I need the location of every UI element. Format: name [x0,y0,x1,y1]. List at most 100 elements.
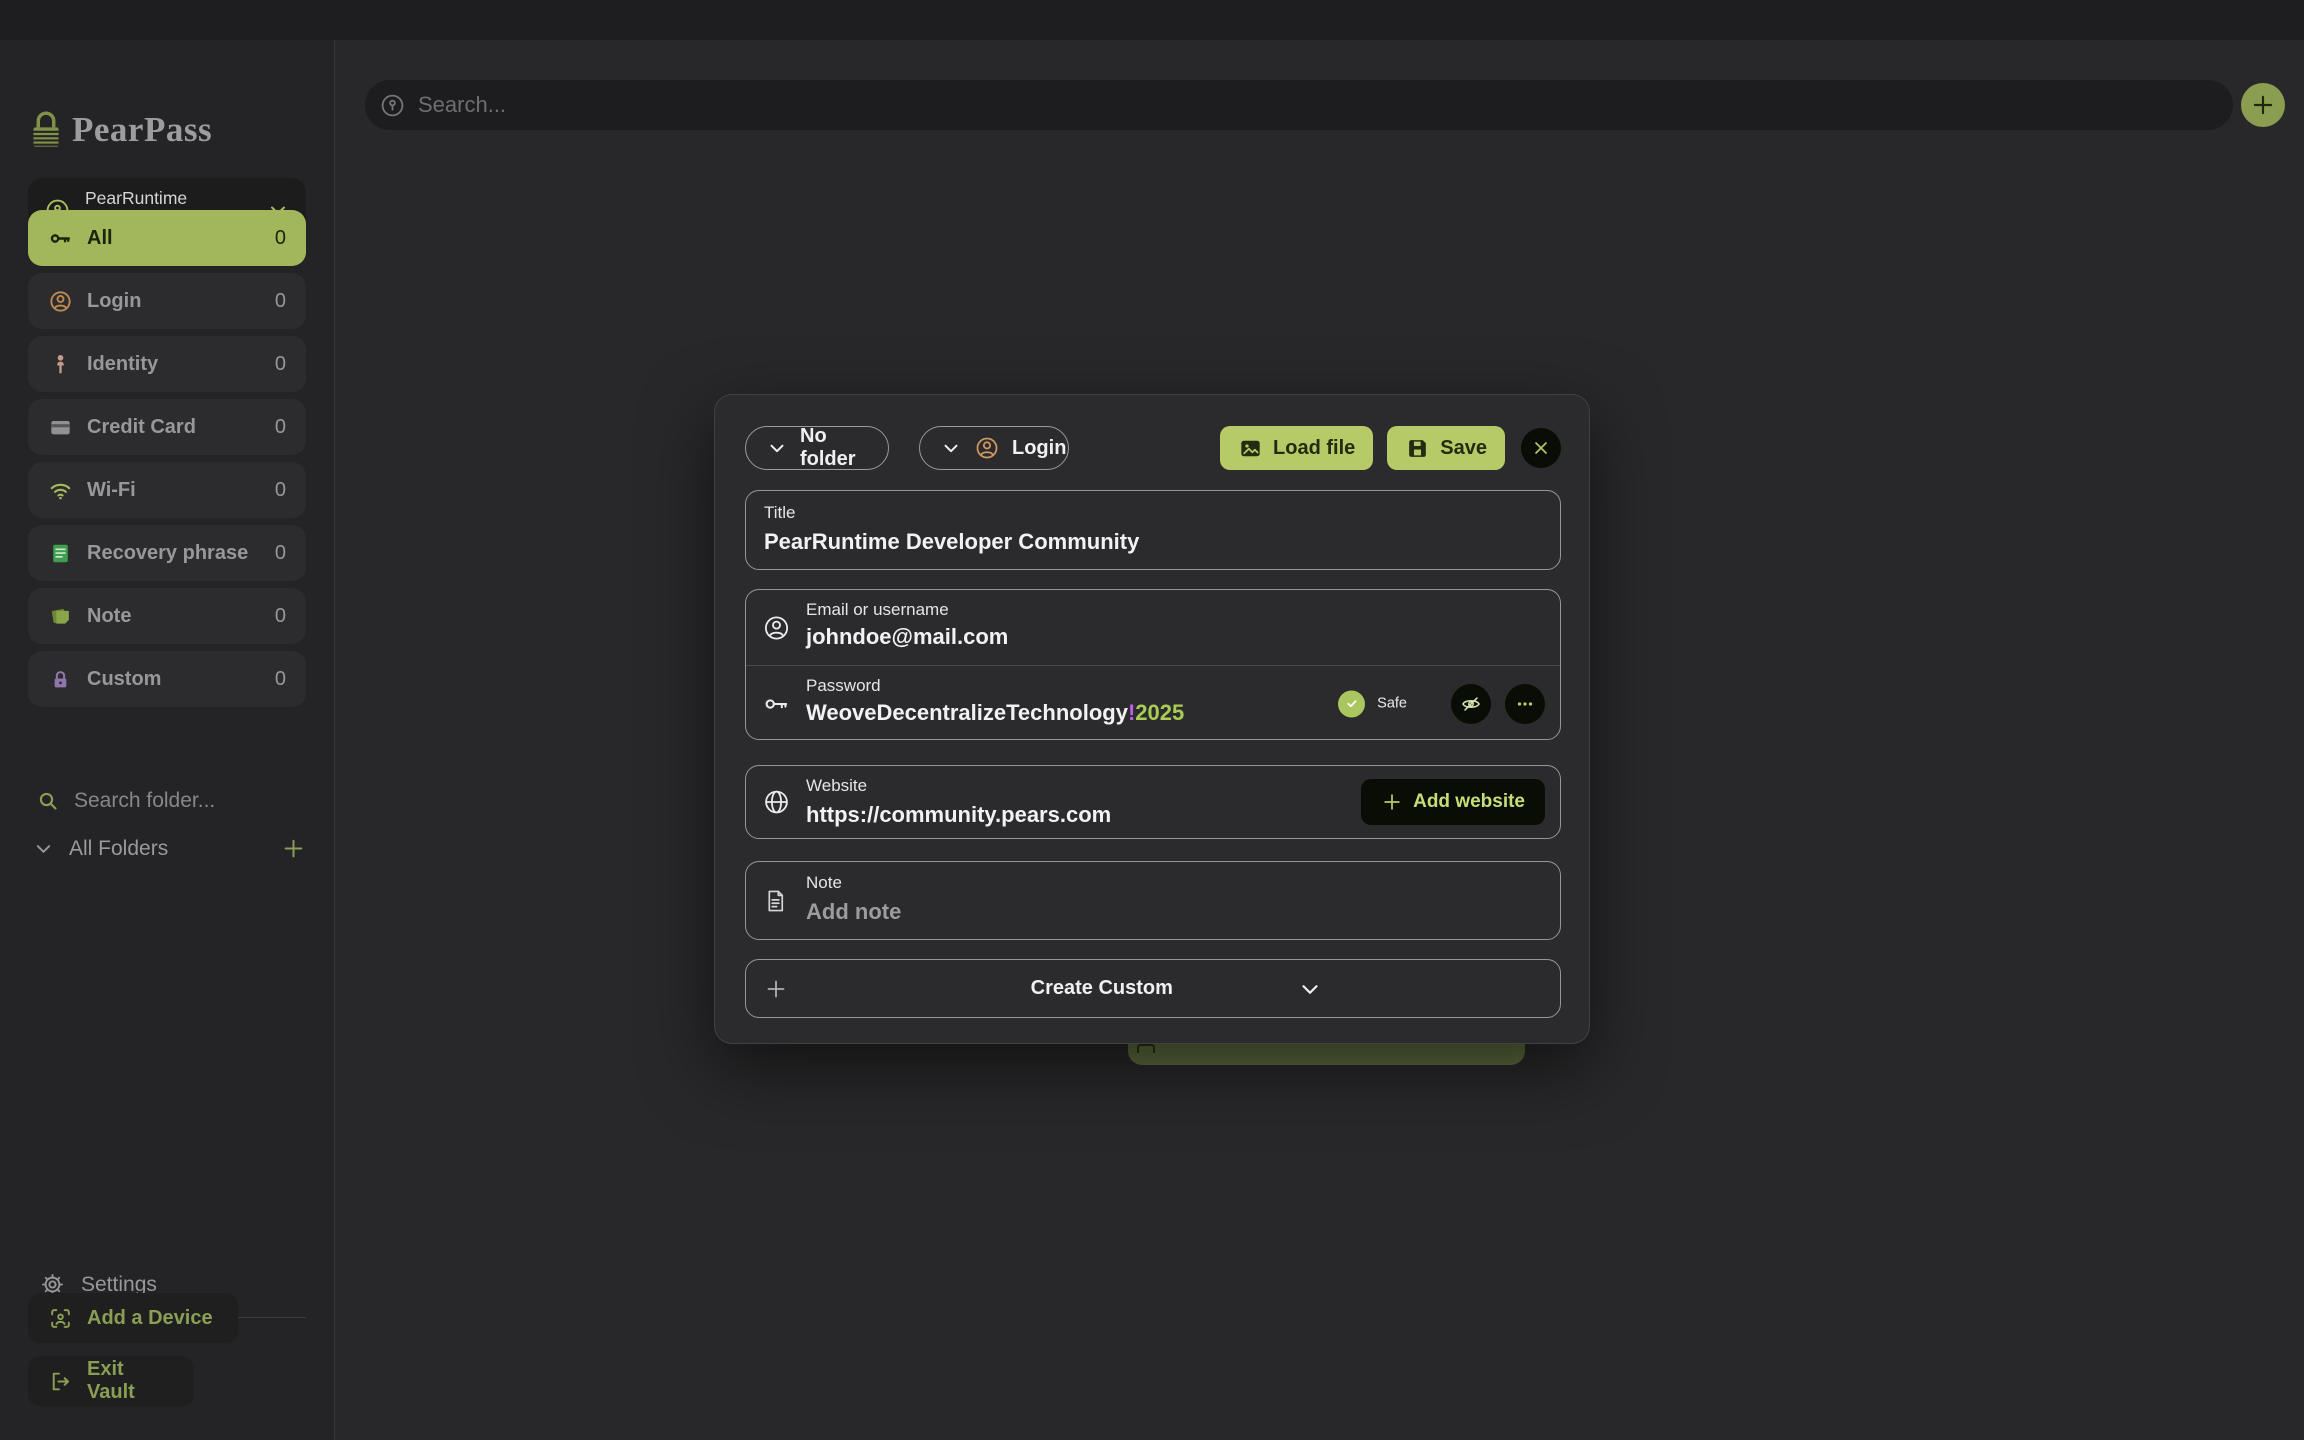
padlock-logo-icon [30,110,62,150]
sidebar-item-label: Credit Card [87,416,275,439]
credential-editor-modal: No folder Login [714,394,1590,1044]
credit-card-icon [48,415,73,440]
sidebar-item-count: 0 [275,605,286,628]
app-logo: PearPass [30,110,212,150]
safe-label: Safe [1377,696,1407,712]
globe-icon [762,788,791,817]
save-button[interactable]: Save [1387,426,1505,470]
sidebar-item-custom[interactable]: Custom 0 [28,651,306,707]
add-device-label: Add a Device [87,1307,213,1330]
close-icon [1531,438,1551,458]
device-scan-icon [48,1306,73,1331]
floppy-disk-icon [1405,436,1430,461]
website-value: https://community.pears.com [806,802,1111,828]
plus-icon [2250,92,2276,118]
all-folders-label: All Folders [69,837,267,861]
website-field[interactable]: Website https://community.pears.com Add … [745,765,1561,839]
note-label: Note [806,873,842,893]
exit-icon [48,1369,73,1394]
sidebar-item-identity[interactable]: Identity 0 [28,336,306,392]
chevron-down-icon[interactable] [32,837,55,860]
load-file-button[interactable]: Load file [1220,426,1373,470]
app-title: PearPass [72,110,212,150]
sidebar-item-recovery-phrase[interactable]: Recovery phrase 0 [28,525,306,581]
type-dropdown[interactable]: Login [919,426,1069,470]
credentials-group: Email or username johndoe@mail.com Passw… [745,589,1561,740]
toggle-password-visibility-button[interactable] [1451,684,1491,724]
close-modal-button[interactable] [1521,428,1561,468]
exit-vault-button[interactable]: Exit Vault [28,1356,194,1406]
load-file-label: Load file [1273,437,1355,460]
sticky-note-icon [48,604,73,629]
type-dropdown-label: Login [1012,437,1066,460]
password-value: WeoveDecentralizeTechnology!2025 [806,700,1184,726]
password-options-button[interactable] [1505,684,1545,724]
sidebar-item-login[interactable]: Login 0 [28,273,306,329]
title-label: Title [764,503,796,523]
sidebar-item-label: Recovery phrase [87,542,275,565]
plus-icon [764,977,1009,1001]
plus-icon [1381,791,1403,813]
folder-dropdown[interactable]: No folder [745,426,889,470]
chevron-down-icon [766,437,788,459]
window-titlebar [0,0,2304,40]
add-folder-icon[interactable] [281,836,306,861]
sidebar: PearPass PearRuntime Credentials All 0 [0,40,335,1440]
search-icon [36,789,60,813]
add-website-label: Add website [1413,791,1525,813]
email-label: Email or username [806,600,1008,620]
user-circle-icon [48,289,73,314]
image-icon [1238,436,1263,461]
sidebar-item-label: Note [87,605,275,628]
add-website-button[interactable]: Add website [1361,779,1545,825]
all-folders-row[interactable]: All Folders [32,836,306,861]
global-search-input[interactable] [416,91,2219,119]
eye-off-icon [1460,693,1482,715]
title-value: PearRuntime Developer Community [764,529,1139,555]
folder-search-input[interactable] [72,788,292,814]
sidebar-item-count: 0 [275,290,286,313]
create-custom-label: Create Custom [1031,977,1276,1000]
save-label: Save [1440,437,1487,460]
sidebar-item-note[interactable]: Note 0 [28,588,306,644]
wifi-icon [48,478,73,503]
password-field[interactable]: Password WeoveDecentralizeTechnology!202… [746,666,1560,741]
ellipsis-icon [1514,693,1536,715]
key-icon [48,226,73,251]
key-icon [762,689,791,718]
lock-icon [48,667,73,692]
recovery-document-icon [48,541,73,566]
add-entry-button[interactable] [2241,83,2285,127]
sidebar-item-label: Custom [87,668,275,691]
add-device-button[interactable]: Add a Device [28,1293,238,1343]
modal-header: No folder Login [745,426,1561,470]
sidebar-item-count: 0 [275,668,286,691]
chevron-down-icon [940,437,962,459]
sidebar-item-label: Wi-Fi [87,479,275,502]
sidebar-item-wifi[interactable]: Wi-Fi 0 [28,462,306,518]
folder-dropdown-label: No folder [800,425,868,471]
email-value: johndoe@mail.com [806,624,1008,650]
global-search[interactable] [365,80,2233,130]
background-action-button[interactable] [1128,1043,1525,1065]
app-window: PearPass PearRuntime Credentials All 0 [0,0,2304,1440]
note-field[interactable]: Note Add note [745,861,1561,940]
title-field[interactable]: Title PearRuntime Developer Community [745,490,1561,570]
document-icon [762,887,789,914]
password-safety-badge: Safe [1338,690,1407,717]
sidebar-item-count: 0 [275,416,286,439]
sidebar-item-label: Identity [87,353,275,376]
website-label: Website [806,776,867,796]
sidebar-item-count: 0 [275,479,286,502]
sidebar-item-credit-card[interactable]: Credit Card 0 [28,399,306,455]
create-custom-button[interactable]: Create Custom [745,959,1561,1018]
check-icon [1338,690,1365,717]
chevron-down-icon [1297,976,1542,1002]
sidebar-item-count: 0 [275,227,286,250]
circle-key-icon [379,92,406,119]
email-field[interactable]: Email or username johndoe@mail.com [746,590,1560,665]
user-circle-icon [762,613,791,642]
sidebar-item-all[interactable]: All 0 [28,210,306,266]
user-circle-icon [974,435,1000,461]
sidebar-item-label: Login [87,290,275,313]
